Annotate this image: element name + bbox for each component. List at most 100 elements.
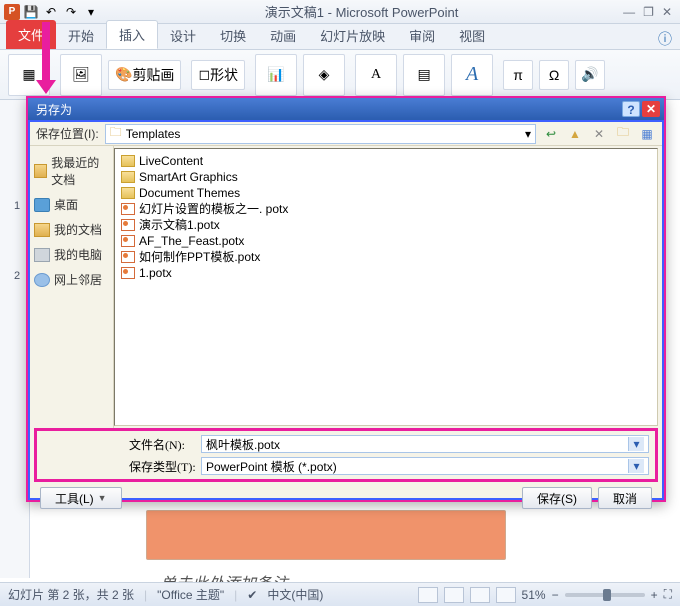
zoom-in-button[interactable]: + xyxy=(651,588,658,602)
file-item[interactable]: 如何制作PPT模板.potx xyxy=(121,249,651,265)
header-footer-button[interactable]: ▤ xyxy=(403,54,445,96)
dialog-body: 保存位置(I): 🗀 Templates ▾ ↩ ▲ ✕ 🗀 ▦ 我最近的文档 … xyxy=(28,120,664,500)
potx-file-icon xyxy=(121,203,135,215)
back-icon[interactable]: ↩ xyxy=(542,125,560,143)
file-item[interactable]: Document Themes xyxy=(121,185,651,201)
save-icon[interactable]: 💾 xyxy=(22,3,40,21)
tab-design[interactable]: 设计 xyxy=(158,22,208,49)
up-icon[interactable]: ▲ xyxy=(566,125,584,143)
equation-button[interactable]: π xyxy=(503,60,533,90)
chart-button[interactable]: 📊 xyxy=(255,54,297,96)
slide-preview xyxy=(146,510,506,560)
place-mydocs-label: 我的文档 xyxy=(54,221,102,238)
tools-button[interactable]: 工具(L)▼ xyxy=(40,487,122,509)
tab-review[interactable]: 审阅 xyxy=(397,22,447,49)
file-item-label: Document Themes xyxy=(139,185,240,201)
annotation-arrow xyxy=(40,22,52,94)
place-mydocs[interactable]: 我的文档 xyxy=(32,217,111,242)
dialog-title: 另存为 xyxy=(32,101,622,118)
wordart-button[interactable]: A xyxy=(451,54,493,96)
fit-to-window-button[interactable]: ⛶ xyxy=(664,587,672,602)
filename-dropdown-icon[interactable]: ▾ xyxy=(628,437,644,451)
file-item[interactable]: LiveContent xyxy=(121,153,651,169)
restore-button[interactable]: ❐ xyxy=(643,5,654,19)
place-desktop-label: 桌面 xyxy=(54,196,78,213)
textbox-button[interactable]: A xyxy=(355,54,397,96)
file-item[interactable]: AF_The_Feast.potx xyxy=(121,233,651,249)
zoom-out-button[interactable]: − xyxy=(552,588,559,602)
file-item-label: AF_The_Feast.potx xyxy=(139,233,244,249)
shapes-icon: ◻ xyxy=(198,66,210,83)
dialog-help-button[interactable]: ? xyxy=(622,101,640,117)
folder-icon: 🗀 xyxy=(110,123,122,144)
filetype-dropdown-icon[interactable]: ▾ xyxy=(628,459,644,473)
computer-icon xyxy=(34,248,50,262)
normal-view-button[interactable] xyxy=(418,587,438,603)
file-item[interactable]: 幻灯片设置的模板之一. potx xyxy=(121,201,651,217)
dialog-close-button[interactable]: ✕ xyxy=(642,101,660,117)
tools-button-label: 工具(L) xyxy=(55,490,94,507)
place-recent[interactable]: 我最近的文档 xyxy=(32,150,111,192)
slideshow-view-button[interactable] xyxy=(496,587,516,603)
zoom-slider[interactable] xyxy=(565,593,645,597)
language-status[interactable]: 中文(中国) xyxy=(267,586,323,603)
filetype-dropdown[interactable]: PowerPoint 模板 (*.potx) ▾ xyxy=(201,457,649,475)
tab-view[interactable]: 视图 xyxy=(447,22,497,49)
desktop-icon xyxy=(34,198,50,212)
picture-button[interactable]: 🖼 xyxy=(60,54,102,96)
file-list[interactable]: LiveContentSmartArt GraphicsDocument The… xyxy=(114,148,658,426)
folder-icon xyxy=(121,171,135,183)
potx-file-icon xyxy=(121,251,135,263)
undo-icon[interactable]: ↶ xyxy=(42,3,60,21)
place-computer[interactable]: 我的电脑 xyxy=(32,242,111,267)
tab-transitions[interactable]: 切换 xyxy=(208,22,258,49)
slide-counter: 幻灯片 第 2 张，共 2 张 xyxy=(8,586,134,603)
media-button[interactable]: 🔊 xyxy=(575,60,605,90)
new-folder-icon[interactable]: 🗀 xyxy=(614,125,632,143)
tab-slideshow[interactable]: 幻灯片放映 xyxy=(308,22,397,49)
filename-label: 文件名(N): xyxy=(129,436,197,453)
statusbar: 幻灯片 第 2 张，共 2 张 | "Office 主题" | ✔ 中文(中国)… xyxy=(0,582,680,606)
symbol-button[interactable]: Ω xyxy=(539,60,569,90)
file-item-label: SmartArt Graphics xyxy=(139,169,238,185)
tab-insert[interactable]: 插入 xyxy=(106,20,158,49)
place-network[interactable]: 网上邻居 xyxy=(32,267,111,292)
app-icon[interactable]: P xyxy=(4,4,20,20)
spellcheck-icon[interactable]: ✔ xyxy=(247,588,257,602)
quick-access-toolbar: P 💾 ↶ ↷ ▾ xyxy=(0,3,100,21)
file-item[interactable]: SmartArt Graphics xyxy=(121,169,651,185)
titlebar: P 💾 ↶ ↷ ▾ 演示文稿1 - Microsoft PowerPoint —… xyxy=(0,0,680,24)
tab-home[interactable]: 开始 xyxy=(56,22,106,49)
qat-more-icon[interactable]: ▾ xyxy=(82,3,100,21)
file-item[interactable]: 演示文稿1.potx xyxy=(121,217,651,233)
clipart-button[interactable]: 🎨 剪贴画 xyxy=(108,60,181,90)
clipart-icon: 🎨 xyxy=(115,66,132,83)
reading-view-button[interactable] xyxy=(470,587,490,603)
redo-icon[interactable]: ↷ xyxy=(62,3,80,21)
network-icon xyxy=(34,273,50,287)
minimize-button[interactable]: — xyxy=(623,5,635,19)
ribbon-help-icon[interactable]: ⓘ xyxy=(650,29,680,49)
zoom-level[interactable]: 51% xyxy=(522,588,546,602)
filename-filetype-group: 文件名(N): 枫叶模板.potx ▾ 保存类型(T): PowerPoint … xyxy=(34,428,658,482)
smartart-button[interactable]: ◈ xyxy=(303,54,345,96)
location-dropdown[interactable]: 🗀 Templates ▾ xyxy=(105,124,536,144)
shapes-button[interactable]: ◻ 形状 xyxy=(191,60,245,90)
save-button-label: 保存(S) xyxy=(537,490,577,507)
clipart-label: 剪贴画 xyxy=(132,65,174,85)
place-desktop[interactable]: 桌面 xyxy=(32,192,111,217)
cancel-button-label: 取消 xyxy=(613,490,637,507)
cancel-button[interactable]: 取消 xyxy=(598,487,652,509)
file-item-label: 如何制作PPT模板.potx xyxy=(139,249,260,265)
filename-input[interactable]: 枫叶模板.potx ▾ xyxy=(201,435,649,453)
sorter-view-button[interactable] xyxy=(444,587,464,603)
save-button[interactable]: 保存(S) xyxy=(522,487,592,509)
window-controls: — ❐ ✕ xyxy=(623,5,680,19)
tab-animations[interactable]: 动画 xyxy=(258,22,308,49)
delete-icon[interactable]: ✕ xyxy=(590,125,608,143)
file-item[interactable]: 1.potx xyxy=(121,265,651,281)
close-button[interactable]: ✕ xyxy=(662,5,672,19)
views-icon[interactable]: ▦ xyxy=(638,125,656,143)
file-item-label: 幻灯片设置的模板之一. potx xyxy=(139,201,288,217)
potx-file-icon xyxy=(121,267,135,279)
